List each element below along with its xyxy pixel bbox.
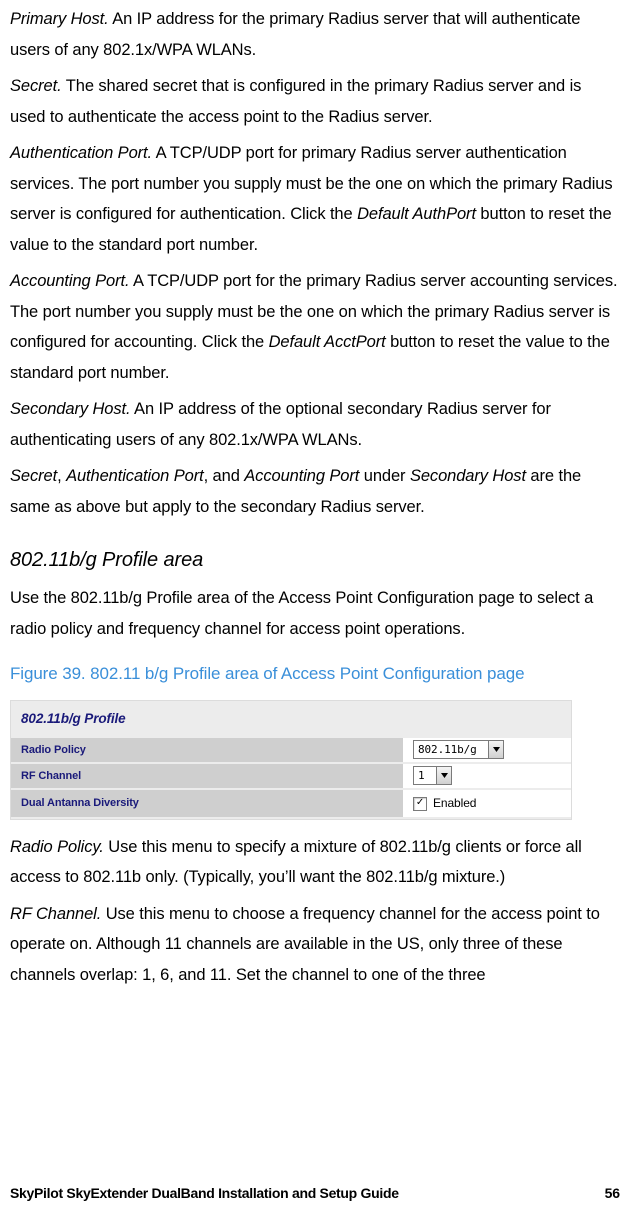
term-acct-port: Accounting Port. (10, 272, 129, 290)
term-default-authport: Default AuthPort (357, 205, 476, 223)
para-secondary-line: Secret, Authentication Port, and Account… (10, 461, 620, 522)
page: Primary Host. An IP address for the prim… (0, 0, 642, 1227)
para-acct-port: Accounting Port. A TCP/UDP port for the … (10, 266, 620, 388)
panel-label-diversity: Dual Antanna Diversity (11, 789, 403, 817)
panel-field-radio-policy: 802.11b/g (403, 738, 571, 763)
term-rf-channel: RF Channel. (10, 905, 101, 923)
rf-channel-select[interactable]: 1 (413, 766, 452, 785)
footer-title: SkyPilot SkyExtender DualBand Installati… (10, 1181, 399, 1207)
term-secondary-host-plain: Secondary Host (410, 467, 526, 485)
term-default-acctport: Default AcctPort (269, 333, 386, 351)
term-auth-port-plain: Authentication Port (66, 467, 204, 485)
heading-profile-area: 802.11b/g Profile area (10, 542, 620, 579)
text-secret: The shared secret that is configured in … (10, 77, 581, 126)
para-secret: Secret. The shared secret that is config… (10, 71, 620, 132)
para-primary-host: Primary Host. An IP address for the prim… (10, 4, 620, 65)
para-radio-policy: Radio Policy. Use this menu to specify a… (10, 832, 620, 893)
panel-row: Dual Antanna Diversity ✓ Enabled (11, 789, 571, 817)
term-secret: Secret. (10, 77, 62, 95)
panel-row: RF Channel 1 (11, 763, 571, 789)
rf-channel-value: 1 (414, 767, 436, 784)
chevron-down-icon (488, 741, 503, 758)
para-rf-channel: RF Channel. Use this menu to choose a fr… (10, 899, 620, 991)
panel-label-rf-channel: RF Channel (11, 763, 403, 789)
profile-panel: 802.11b/g Profile Radio Policy 802.11b/g… (10, 700, 572, 820)
panel-field-rf-channel: 1 (403, 763, 571, 789)
radio-policy-value: 802.11b/g (414, 741, 488, 758)
para-secondary-host: Secondary Host. An IP address of the opt… (10, 394, 620, 455)
term-primary-host: Primary Host. (10, 10, 109, 28)
term-secondary-host: Secondary Host. (10, 400, 130, 418)
panel-table: Radio Policy 802.11b/g RF Channel 1 (11, 738, 571, 819)
term-acct-port-plain: Accounting Port (244, 467, 359, 485)
footer-page-number: 56 (605, 1181, 620, 1207)
panel-row: Radio Policy 802.11b/g (11, 738, 571, 763)
figure-caption: Figure 39. 802.11 b/g Profile area of Ac… (10, 658, 620, 689)
page-footer: SkyPilot SkyExtender DualBand Installati… (10, 1181, 620, 1207)
radio-policy-select[interactable]: 802.11b/g (413, 740, 504, 759)
sep3: under (359, 467, 410, 485)
para-auth-port: Authentication Port. A TCP/UDP port for … (10, 138, 620, 260)
panel-title: 802.11b/g Profile (11, 705, 571, 738)
sep2: , and (204, 467, 245, 485)
panel-label-radio-policy: Radio Policy (11, 738, 403, 763)
para-profile-area: Use the 802.11b/g Profile area of the Ac… (10, 583, 620, 644)
spacer (10, 820, 620, 832)
term-secret-plain: Secret (10, 467, 57, 485)
sep1: , (57, 467, 66, 485)
term-auth-port: Authentication Port. (10, 144, 152, 162)
diversity-value: Enabled (433, 796, 476, 810)
panel-field-diversity: ✓ Enabled (403, 789, 571, 817)
diversity-checkbox[interactable]: ✓ (413, 797, 427, 811)
chevron-down-icon (436, 767, 451, 784)
term-radio-policy: Radio Policy. (10, 838, 104, 856)
